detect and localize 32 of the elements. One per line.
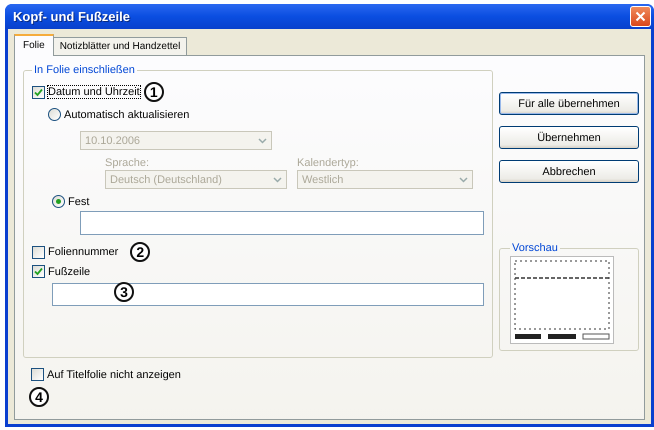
- date-text-field[interactable]: [80, 211, 484, 235]
- checkbox[interactable]: [31, 368, 44, 381]
- radio-label: Fest: [68, 196, 90, 208]
- field-label: Kalendertyp:: [297, 157, 360, 169]
- callout-number: 1: [144, 82, 164, 102]
- close-icon: [635, 11, 646, 22]
- chevron-down-icon: [459, 176, 468, 182]
- group-title: Vorschau: [511, 242, 559, 254]
- checkbox[interactable]: [32, 265, 45, 278]
- checkbox-label: Fußzeile: [48, 266, 90, 278]
- dialog-button[interactable]: Für alle übernehmen: [499, 92, 639, 115]
- checkbox[interactable]: [32, 86, 45, 98]
- checkbox-label: Datum und Uhrzeit: [48, 86, 140, 98]
- radio-button[interactable]: [52, 195, 65, 208]
- tab[interactable]: Folie: [14, 34, 54, 56]
- tab[interactable]: Notizblätter und Handzettel: [52, 37, 188, 55]
- field-label: Sprache:: [105, 157, 150, 169]
- dialog-button[interactable]: Übernehmen: [499, 126, 639, 149]
- checkbox-label: Auf Titelfolie nicht anzeigen: [47, 368, 181, 380]
- dialog-button[interactable]: Abbrechen: [499, 160, 639, 183]
- checkbox-label: Foliennummer: [48, 246, 118, 258]
- checkbox[interactable]: [32, 246, 45, 258]
- chevron-down-icon: [273, 176, 282, 182]
- callout-number: 4: [29, 387, 49, 407]
- close-button[interactable]: [630, 6, 651, 27]
- group-title: In Folie einschließen: [33, 64, 136, 76]
- radio-button[interactable]: [48, 108, 61, 121]
- footer-text-field[interactable]: [52, 283, 484, 306]
- callout-number: 2: [130, 242, 150, 262]
- chevron-down-icon: [258, 138, 267, 144]
- window-title: Kopf- und Fußzeile: [13, 9, 130, 24]
- radio-label: Automatisch aktualisieren: [64, 108, 190, 120]
